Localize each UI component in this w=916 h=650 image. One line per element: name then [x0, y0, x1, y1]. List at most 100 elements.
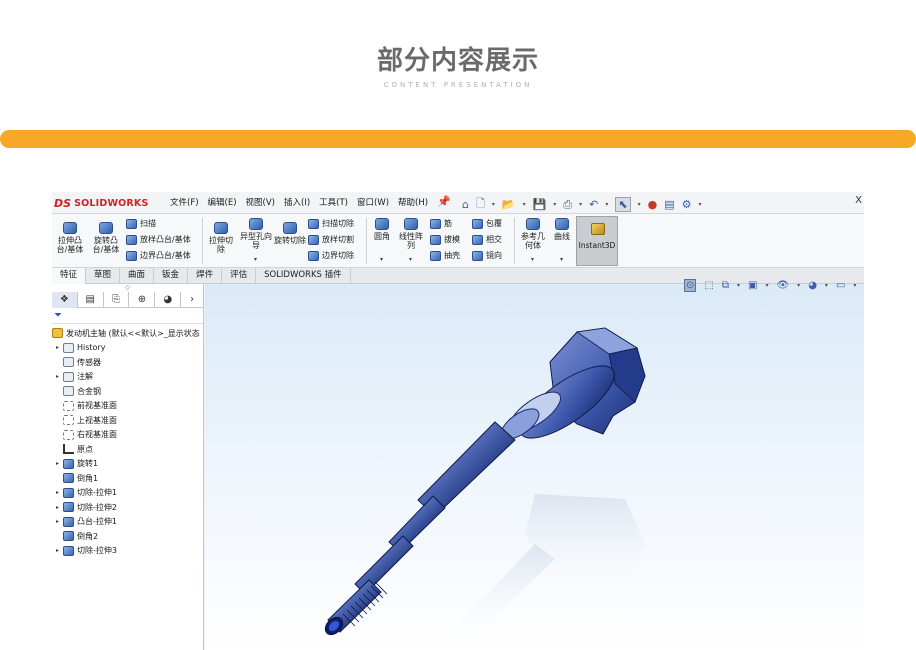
chevron-down-icon[interactable]: ▾: [797, 282, 800, 289]
tree-item-right-plane[interactable]: 右视基准面: [52, 428, 203, 443]
chevron-down-icon[interactable]: ▾: [765, 282, 768, 289]
curves-button[interactable]: 曲线: [550, 218, 574, 241]
hole-wizard-button[interactable]: 异型孔向导: [240, 218, 272, 250]
menu-file[interactable]: 文件(F): [170, 196, 199, 208]
intersect-button[interactable]: 相交: [472, 234, 502, 245]
tree-item-cut-extrude2[interactable]: ▸ 切除-拉伸2: [52, 500, 203, 515]
revolve-cut-button[interactable]: 旋转切除: [274, 222, 306, 245]
window-close-icon[interactable]: X: [855, 195, 862, 206]
tree-root[interactable]: 发动机主轴 (默认<<默认>_显示状态: [52, 326, 203, 341]
hide-show-icon[interactable]: 👁: [776, 280, 789, 291]
menu-help[interactable]: 帮助(H): [398, 196, 428, 208]
select-cursor-icon[interactable]: ⬉: [615, 197, 631, 212]
previous-view-icon[interactable]: ⧉: [722, 280, 729, 291]
tree-item-annotations[interactable]: ▸ 注解: [52, 370, 203, 385]
tree-item-chamfer2[interactable]: 倒角2: [52, 529, 203, 544]
menu-tools[interactable]: 工具(T): [319, 196, 348, 208]
zoom-area-icon[interactable]: ⬚: [704, 280, 713, 291]
home-icon[interactable]: ⌂: [462, 198, 469, 211]
expand-icon[interactable]: ▸: [52, 504, 63, 511]
chevron-down-icon[interactable]: ▾: [254, 256, 257, 263]
revolve-boss-button[interactable]: 旋转凸台/基体: [90, 222, 122, 254]
tab-features[interactable]: 特征: [52, 268, 87, 284]
chevron-down-icon[interactable]: ▾: [492, 201, 495, 208]
boundary-cut-button[interactable]: 边界切除: [308, 250, 354, 261]
menu-edit[interactable]: 编辑(E): [208, 196, 237, 208]
extrude-boss-button[interactable]: 拉伸凸台/基体: [54, 222, 86, 254]
tab-weldments[interactable]: 焊件: [188, 268, 223, 284]
linear-pattern-button[interactable]: 线性阵列: [396, 218, 426, 250]
expand-icon[interactable]: ▸: [52, 489, 63, 496]
tree-item-top-plane[interactable]: 上视基准面: [52, 413, 203, 428]
display-manager-tab-icon[interactable]: ◕: [155, 292, 182, 308]
tab-sketch[interactable]: 草图: [86, 268, 121, 284]
tree-item-chamfer1[interactable]: 倒角1: [52, 471, 203, 486]
boundary-boss-button[interactable]: 边界凸台/基体: [126, 250, 191, 261]
tree-item-boss-extrude1[interactable]: ▸ 凸台-拉伸1: [52, 515, 203, 530]
feature-tree-tab-icon[interactable]: ❖: [52, 292, 78, 308]
chevron-down-icon[interactable]: ▾: [737, 282, 740, 289]
fillet-button[interactable]: 圆角: [370, 218, 394, 241]
chevron-down-icon[interactable]: ▾: [698, 201, 701, 208]
tree-item-origin[interactable]: 原点: [52, 442, 203, 457]
configuration-tab-icon[interactable]: ⎘: [104, 292, 130, 308]
tree-item-cut-extrude1[interactable]: ▸ 切除-拉伸1: [52, 486, 203, 501]
mirror-button[interactable]: 镜向: [472, 250, 502, 261]
appearance-icon[interactable]: ◕: [808, 280, 817, 291]
tree-item-history[interactable]: ▸ History: [52, 341, 203, 356]
expand-icon[interactable]: ▸: [52, 344, 63, 351]
menu-insert[interactable]: 插入(I): [284, 196, 310, 208]
tab-surfaces[interactable]: 曲面: [120, 268, 155, 284]
options-gear-icon[interactable]: ⚙: [682, 198, 692, 211]
chevron-down-icon[interactable]: ▾: [531, 256, 534, 263]
print-icon[interactable]: ⎙: [563, 198, 572, 212]
tree-item-material[interactable]: 合金钢: [52, 384, 203, 399]
reference-geometry-button[interactable]: 参考几何体: [518, 218, 548, 250]
menu-view[interactable]: 视图(V): [246, 196, 275, 208]
chevron-down-icon[interactable]: ▾: [560, 256, 563, 263]
collapse-handle[interactable]: ◇: [52, 284, 203, 292]
display-monitor-icon[interactable]: ▭: [836, 280, 845, 291]
chevron-down-icon[interactable]: ▾: [409, 256, 412, 263]
chevron-down-icon[interactable]: ▾: [380, 256, 383, 263]
tree-item-sensors[interactable]: 传感器: [52, 355, 203, 370]
extrude-cut-button[interactable]: 拉伸切除: [206, 222, 236, 254]
dimxpert-tab-icon[interactable]: ⊕: [129, 292, 156, 308]
sweep-button[interactable]: 扫描: [126, 218, 156, 229]
chevron-down-icon[interactable]: ▾: [638, 201, 641, 208]
swept-cut-button[interactable]: 扫描切除: [308, 218, 354, 229]
chevron-right-icon[interactable]: ›: [181, 292, 203, 308]
tree-item-front-plane[interactable]: 前视基准面: [52, 399, 203, 414]
expand-icon[interactable]: ▸: [52, 518, 63, 525]
file-properties-icon[interactable]: ▤: [664, 198, 674, 211]
draft-button[interactable]: 拔模: [430, 234, 460, 245]
lofted-cut-button[interactable]: 放样切割: [308, 234, 354, 245]
view-orientation-icon[interactable]: ▣: [748, 280, 757, 291]
zoom-to-fit-icon[interactable]: ⊙: [684, 279, 697, 292]
menu-window[interactable]: 窗口(W): [357, 196, 389, 208]
expand-icon[interactable]: ▸: [52, 547, 63, 554]
pin-icon[interactable]: 📌: [437, 195, 451, 208]
tab-evaluate[interactable]: 评估: [222, 268, 257, 284]
property-manager-tab-icon[interactable]: ▤: [78, 292, 104, 308]
instant3d-button[interactable]: Instant3D: [576, 216, 618, 266]
tab-sheet-metal[interactable]: 钣金: [154, 268, 189, 284]
shell-button[interactable]: 抽壳: [430, 250, 460, 261]
chevron-down-icon[interactable]: ▾: [825, 282, 828, 289]
chevron-down-icon[interactable]: ▾: [523, 201, 526, 208]
undo-icon[interactable]: ↶: [589, 198, 598, 211]
graphics-viewport[interactable]: [205, 284, 864, 650]
chevron-down-icon[interactable]: ▾: [605, 201, 608, 208]
tree-item-cut-extrude3[interactable]: ▸ 切除-拉伸3: [52, 544, 203, 559]
traffic-light-icon[interactable]: ●: [648, 198, 658, 211]
new-document-icon[interactable]: 🗋: [476, 195, 485, 214]
save-icon[interactable]: 💾: [533, 198, 547, 211]
chevron-down-icon[interactable]: ▾: [579, 201, 582, 208]
tab-addins[interactable]: SOLIDWORKS 插件: [256, 268, 351, 284]
filter-icon[interactable]: ⏷: [52, 308, 203, 324]
chevron-down-icon[interactable]: ▾: [553, 201, 556, 208]
tree-item-revolve1[interactable]: ▸ 旋转1: [52, 457, 203, 472]
wrap-button[interactable]: 包覆: [472, 218, 502, 229]
rib-button[interactable]: 筋: [430, 218, 452, 229]
expand-icon[interactable]: ▸: [52, 460, 63, 467]
